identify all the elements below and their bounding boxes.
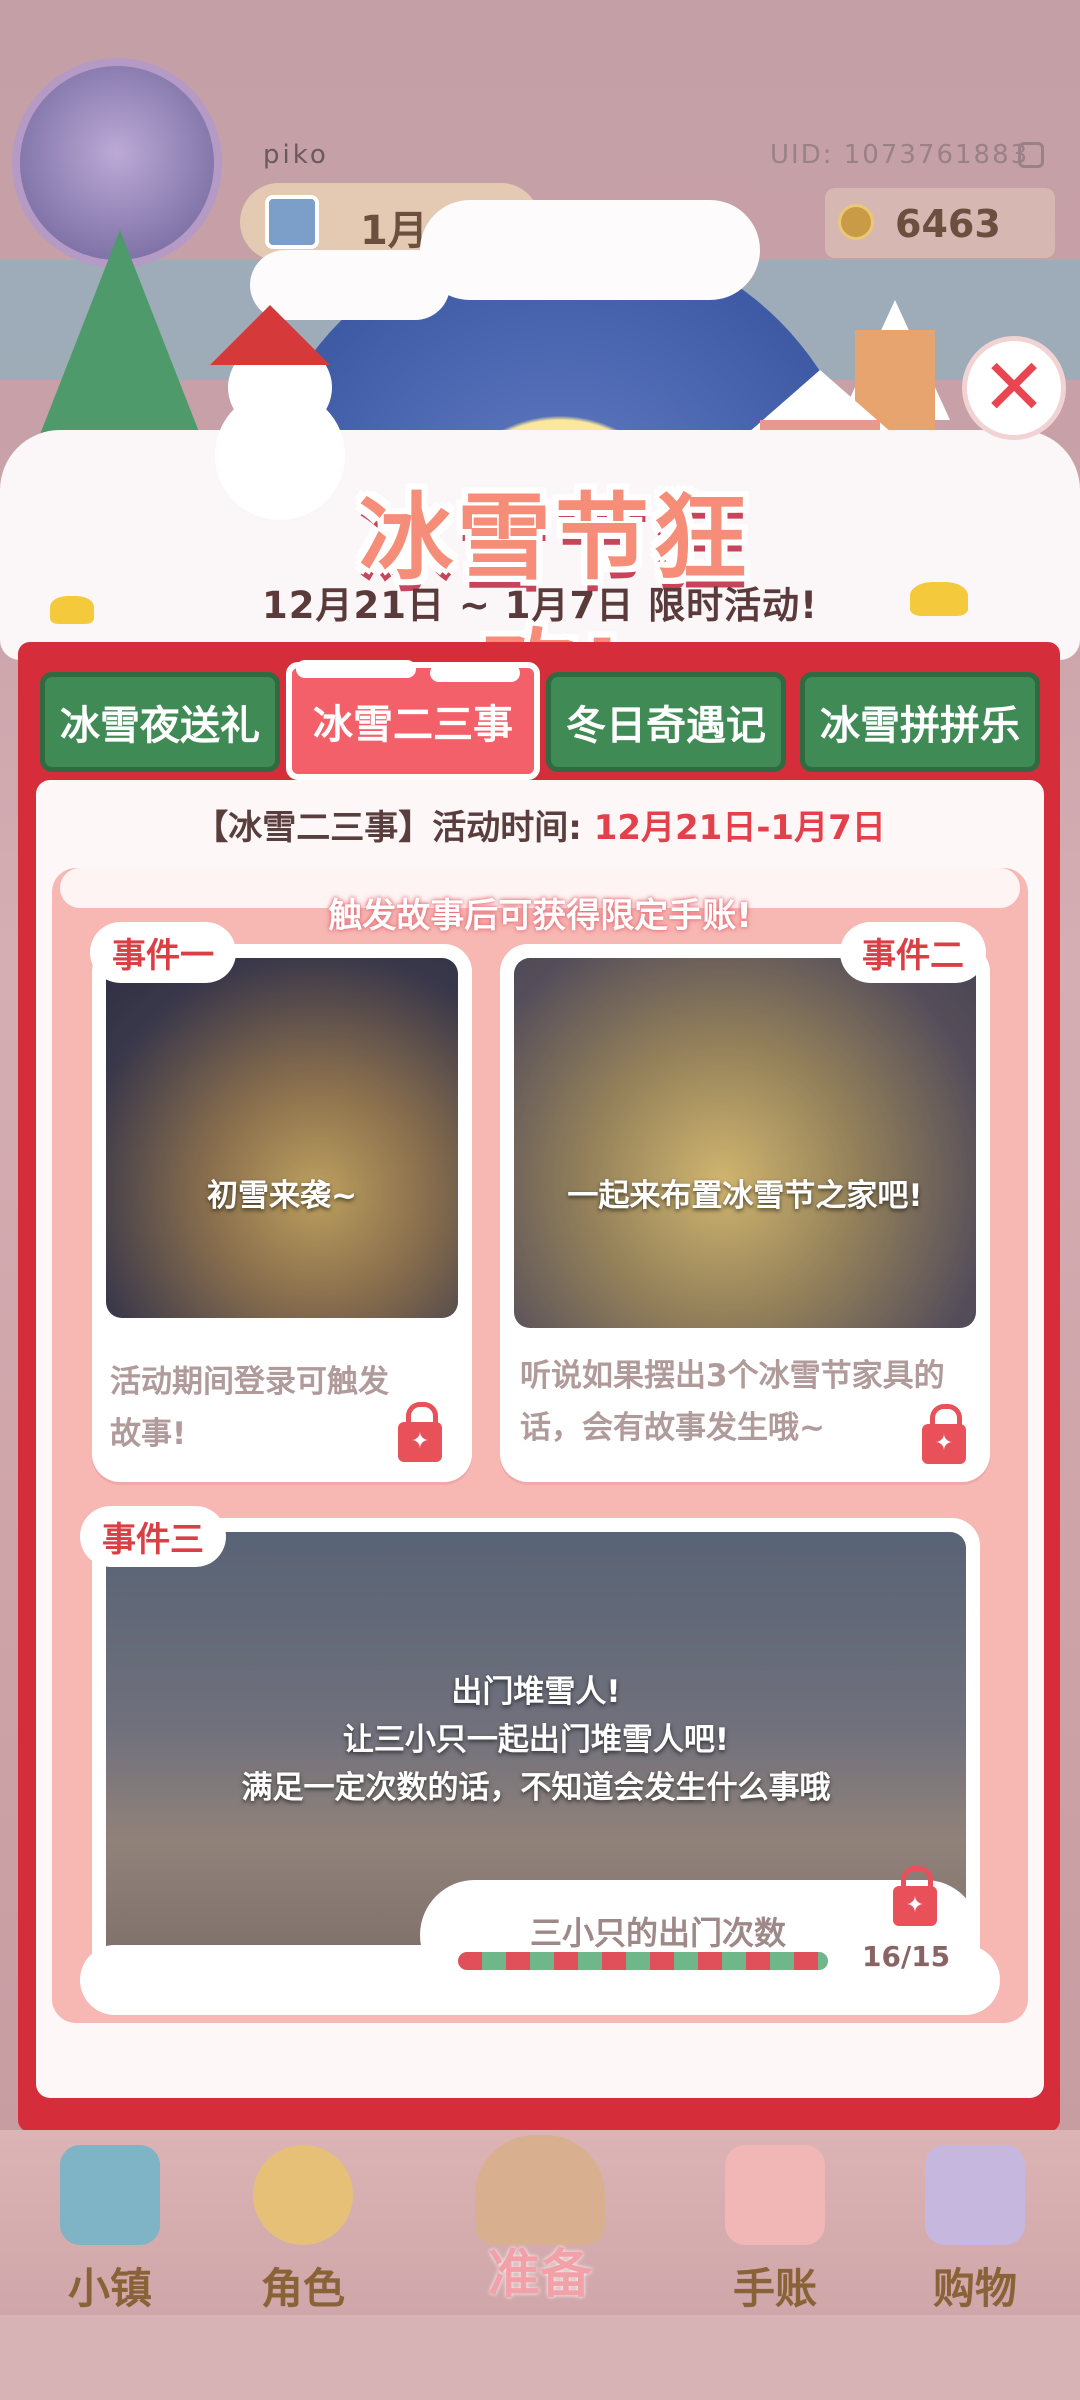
nav-prepare-label: 准备 xyxy=(487,2245,592,2305)
tab-label: 冰雪二三事 xyxy=(313,702,513,748)
event-2-description: 听说如果摆出3个冰雪节家具的话，会有故事发生哦~ xyxy=(520,1358,945,1446)
event-1-description: 活动期间登录可触发故事! xyxy=(110,1364,389,1452)
santa-hat-icon xyxy=(210,305,330,365)
banner-cloud xyxy=(420,200,760,300)
nav-journal[interactable]: 手账 xyxy=(700,2140,850,2320)
banner-subtitle: 12月21日 ~ 1月7日 限时活动! xyxy=(262,584,818,627)
close-button[interactable]: ✕ xyxy=(962,336,1066,440)
map-icon xyxy=(60,2145,160,2245)
progress-count: 16/15 xyxy=(862,1940,951,1973)
nav-label: 小镇 xyxy=(67,2264,152,2313)
nav-shop[interactable]: 购物 xyxy=(900,2140,1050,2320)
tab-snow-puzzle[interactable]: 冰雪拼拼乐 xyxy=(800,672,1040,772)
event-2-caption: 一起来布置冰雪节之家吧! xyxy=(567,1178,923,1214)
shopping-bag-icon xyxy=(925,2145,1025,2245)
coin-icon xyxy=(838,204,874,240)
tab-label: 冰雪夜送礼 xyxy=(60,703,260,749)
nav-label: 角色 xyxy=(260,2264,345,2313)
nav-label: 手账 xyxy=(732,2264,817,2313)
event-2-image xyxy=(514,958,976,1328)
event-1-caption: 初雪来袭~ xyxy=(207,1178,357,1214)
username: piko xyxy=(263,140,329,170)
progress-bar xyxy=(458,1952,828,1970)
event-1-tag: 事件一 xyxy=(90,922,236,983)
event-3-tag: 事件三 xyxy=(80,1506,226,1567)
nav-character[interactable]: 角色 xyxy=(228,2140,378,2320)
tab-winter-adventure[interactable]: 冬日奇遇记 xyxy=(546,672,786,772)
character-icon xyxy=(253,2145,353,2245)
event-2-tag: 事件二 xyxy=(840,922,986,983)
tab-snow-decoration xyxy=(430,664,520,682)
progress-label: 三小只的出门次数 xyxy=(529,1914,786,1952)
event-3-caption: 出门堆雪人! 让三小只一起出门堆雪人吧! 满足一定次数的话，不知道会发生什么事哦 xyxy=(106,1668,966,1812)
activity-name: 【冰雪二三事】 xyxy=(194,808,433,848)
bottom-strip xyxy=(0,2315,1080,2400)
activity-time: 【冰雪二三事】活动时间: 12月21日-1月7日 xyxy=(0,800,1080,849)
activity-time-value: 12月21日-1月7日 xyxy=(593,808,886,848)
activity-time-label: 活动时间: xyxy=(432,808,582,848)
christmas-tree-icon xyxy=(30,230,210,460)
tab-label: 冬日奇遇记 xyxy=(566,703,766,749)
lock-icon: ✦ xyxy=(922,1404,966,1464)
journal-icon xyxy=(725,2145,825,2245)
gift-basket-icon xyxy=(475,2135,605,2245)
lock-icon: ✦ xyxy=(398,1402,442,1462)
close-icon: ✕ xyxy=(981,343,1047,433)
copy-icon[interactable] xyxy=(1018,142,1044,168)
calendar-icon xyxy=(265,195,319,249)
event-3-caption-line-3: 满足一定次数的话，不知道会发生什么事哦 xyxy=(241,1770,831,1806)
tab-label: 冰雪拼拼乐 xyxy=(820,703,1020,749)
event-3-caption-line-2: 让三小只一起出门堆雪人吧! xyxy=(342,1722,730,1758)
coin-count: 6463 xyxy=(895,202,1001,246)
nav-label: 购物 xyxy=(932,2264,1017,2313)
tab-snow-night-gift[interactable]: 冰雪夜送礼 xyxy=(40,672,280,772)
tab-snow-decoration xyxy=(296,660,416,678)
event-3-caption-line-1: 出门堆雪人! xyxy=(451,1674,621,1710)
uid-label: UID: 1073761883 xyxy=(770,140,1030,170)
nav-town[interactable]: 小镇 xyxy=(35,2140,185,2320)
lock-icon: ✦ xyxy=(893,1866,937,1926)
event-1-image xyxy=(106,958,458,1318)
